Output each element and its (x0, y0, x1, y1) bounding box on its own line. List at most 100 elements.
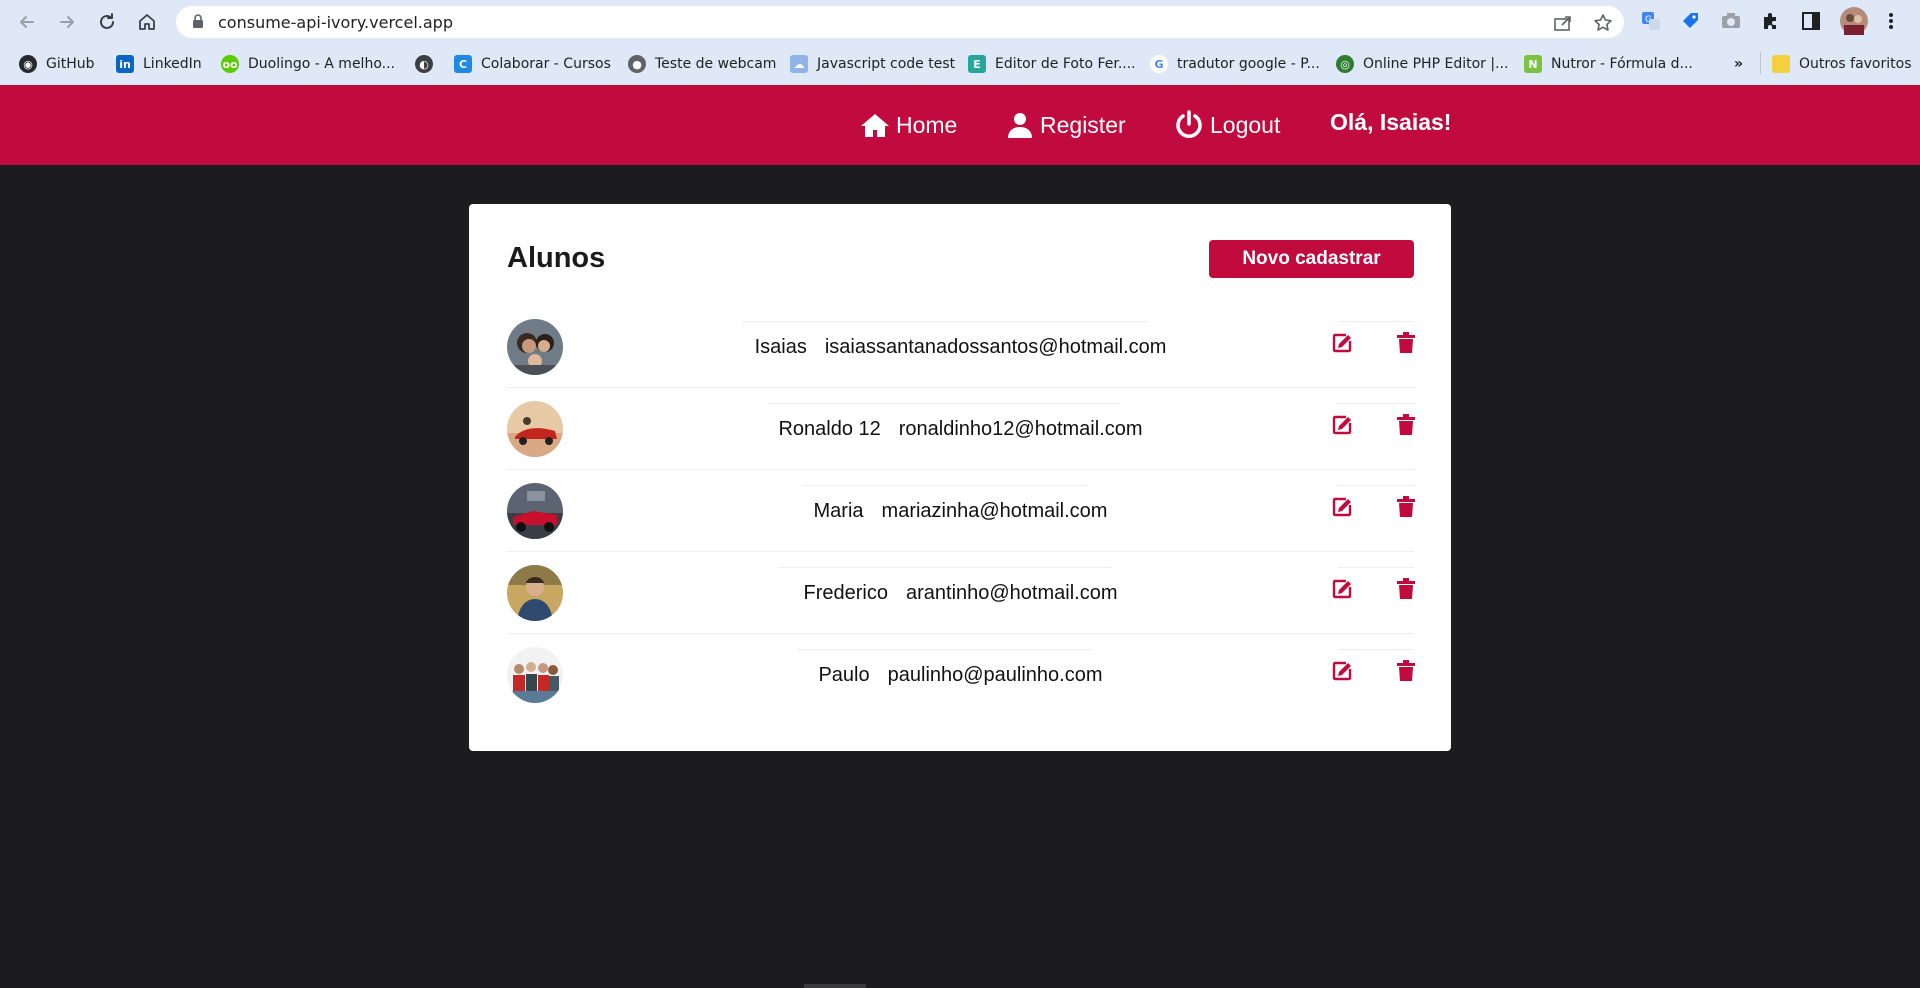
student-info: Paulo paulinho@paulinho.com (507, 664, 1414, 687)
student-info: Isaias isaiassantanadossantos@hotmail.com (507, 336, 1414, 359)
github-icon: ◉ (19, 55, 37, 73)
delete-button[interactable] (1393, 412, 1419, 438)
back-icon[interactable] (12, 7, 42, 37)
nav-logout-label: Logout (1210, 111, 1281, 138)
bookmark-github[interactable]: ◉ GitHub (19, 53, 95, 75)
bookmarks-overflow-button[interactable]: » (1734, 53, 1743, 75)
actions-divider (1338, 567, 1414, 568)
bookmark-label: Teste de webcam (655, 56, 777, 72)
bookmark-webcam[interactable]: ● Teste de webcam (628, 53, 776, 75)
trash-icon (1397, 660, 1415, 681)
bookmark-label: Colaborar - Cursos (481, 56, 611, 72)
bookmark-nutror[interactable]: N Nutror - Fórmula d... (1524, 53, 1693, 75)
reload-icon[interactable] (92, 7, 122, 37)
bookmark-photo-editor[interactable]: E Editor de Foto Fer.... (968, 53, 1136, 75)
edit-button[interactable] (1329, 576, 1355, 602)
webcam-icon: ● (628, 55, 646, 73)
share-icon[interactable] (1552, 14, 1574, 32)
nav-register-label: Register (1040, 111, 1126, 138)
folder-icon (1772, 55, 1790, 73)
side-panel-icon[interactable] (1800, 10, 1822, 32)
edit-button[interactable] (1329, 412, 1355, 438)
student-email: arantinho@hotmail.com (905, 582, 1118, 604)
translate-extension-icon[interactable]: G (1640, 10, 1662, 32)
google-icon: G (1150, 55, 1168, 73)
delete-button[interactable] (1393, 658, 1419, 684)
profile-avatar-icon[interactable] (1840, 7, 1868, 35)
bookmarks-bar: ◉ GitHub in LinkedIn oo Duolingo - A mel… (0, 44, 1920, 85)
student-info: Maria mariazinha@hotmail.com (507, 500, 1414, 523)
row-divider (769, 403, 1121, 404)
student-name: Isaias (754, 336, 807, 358)
student-info: Ronaldo 12 ronaldinho12@hotmail.com (507, 418, 1414, 441)
tag-extension-icon[interactable] (1680, 10, 1702, 32)
puzzle-icon[interactable] (1760, 10, 1782, 32)
student-name: Frederico (803, 582, 888, 604)
edit-button[interactable] (1329, 494, 1355, 520)
delete-button[interactable] (1393, 494, 1419, 520)
bookmark-php-editor[interactable]: ◎ Online PHP Editor |... (1336, 53, 1508, 75)
bookmark-label: Javascript code test (817, 56, 956, 72)
trash-icon (1397, 578, 1415, 599)
browser-toolbar: consume-api-ivory.vercel.app G (0, 0, 1920, 44)
row-divider (779, 567, 1111, 568)
nav-register[interactable]: Register (1006, 107, 1126, 143)
nav-logout[interactable]: Logout (1174, 107, 1280, 143)
student-email: paulinho@paulinho.com (887, 664, 1103, 686)
nav-home[interactable]: Home (860, 107, 957, 143)
new-student-button[interactable]: Novo cadastrar (1209, 240, 1414, 278)
browser-chrome: consume-api-ivory.vercel.app G ◉ GitHub … (0, 0, 1920, 85)
php-editor-icon: ◎ (1336, 55, 1354, 73)
edit-icon (1332, 333, 1352, 353)
actions-divider (1338, 321, 1414, 322)
bookmark-globe[interactable]: ◐ (415, 53, 433, 75)
bookmark-javascript[interactable]: ☁ Javascript code test (790, 53, 955, 75)
lock-icon (192, 14, 204, 34)
photo-editor-icon: E (968, 55, 986, 73)
globe-icon: ◐ (415, 55, 433, 73)
linkedin-icon: in (116, 55, 134, 73)
trash-icon (1397, 414, 1415, 435)
cloud-icon: ☁ (790, 55, 808, 73)
user-greeting: Olá, Isaias! (1330, 109, 1452, 135)
delete-button[interactable] (1393, 576, 1419, 602)
bookmarks-divider (1760, 52, 1761, 74)
nutror-icon: N (1524, 55, 1542, 73)
row-divider (742, 321, 1148, 322)
bookmark-google-translate[interactable]: G tradutor google - P... (1150, 53, 1320, 75)
edit-icon (1332, 497, 1352, 517)
edit-button[interactable] (1329, 330, 1355, 356)
address-bar[interactable]: consume-api-ivory.vercel.app (176, 6, 1624, 38)
student-name: Ronaldo 12 (778, 418, 881, 440)
student-row: Frederico arantinho@hotmail.com (507, 552, 1415, 634)
student-row: Isaias isaiassantanadossantos@hotmail.com (507, 306, 1415, 388)
bookmark-label: Nutror - Fórmula d... (1551, 56, 1693, 72)
star-icon[interactable] (1592, 14, 1614, 32)
other-favorites-folder[interactable]: Outros favoritos (1772, 53, 1912, 75)
colaborar-icon: C (454, 55, 472, 73)
bookmark-colaborar[interactable]: C Colaborar - Cursos (454, 53, 611, 75)
students-card: Alunos Novo cadastrar Isaias isaiassantan… (469, 204, 1451, 751)
delete-button[interactable] (1393, 330, 1419, 356)
scroll-indicator (804, 984, 866, 988)
bookmark-label: Editor de Foto Fer.... (995, 56, 1136, 72)
bookmark-linkedin[interactable]: in LinkedIn (116, 53, 202, 75)
trash-icon (1397, 496, 1415, 517)
bookmark-label: GitHub (46, 56, 95, 72)
edit-button[interactable] (1329, 658, 1355, 684)
bookmark-label: tradutor google - P... (1177, 56, 1320, 72)
menu-dots-icon[interactable] (1880, 10, 1902, 32)
student-email: isaiassantanadossantos@hotmail.com (824, 336, 1167, 358)
home-browser-icon[interactable] (132, 7, 162, 37)
student-row: Ronaldo 12 ronaldinho12@hotmail.com (507, 388, 1415, 470)
forward-icon[interactable] (52, 7, 82, 37)
student-email: mariazinha@hotmail.com (881, 500, 1108, 522)
row-divider (803, 485, 1087, 486)
bookmark-label: Duolingo - A melho... (248, 56, 395, 72)
duolingo-icon: oo (221, 55, 239, 73)
bookmark-duolingo[interactable]: oo Duolingo - A melho... (221, 53, 395, 75)
power-icon (1176, 110, 1202, 138)
student-row: Maria mariazinha@hotmail.com (507, 470, 1415, 552)
student-email: ronaldinho12@hotmail.com (898, 418, 1143, 440)
camera-extension-icon[interactable] (1720, 10, 1742, 32)
